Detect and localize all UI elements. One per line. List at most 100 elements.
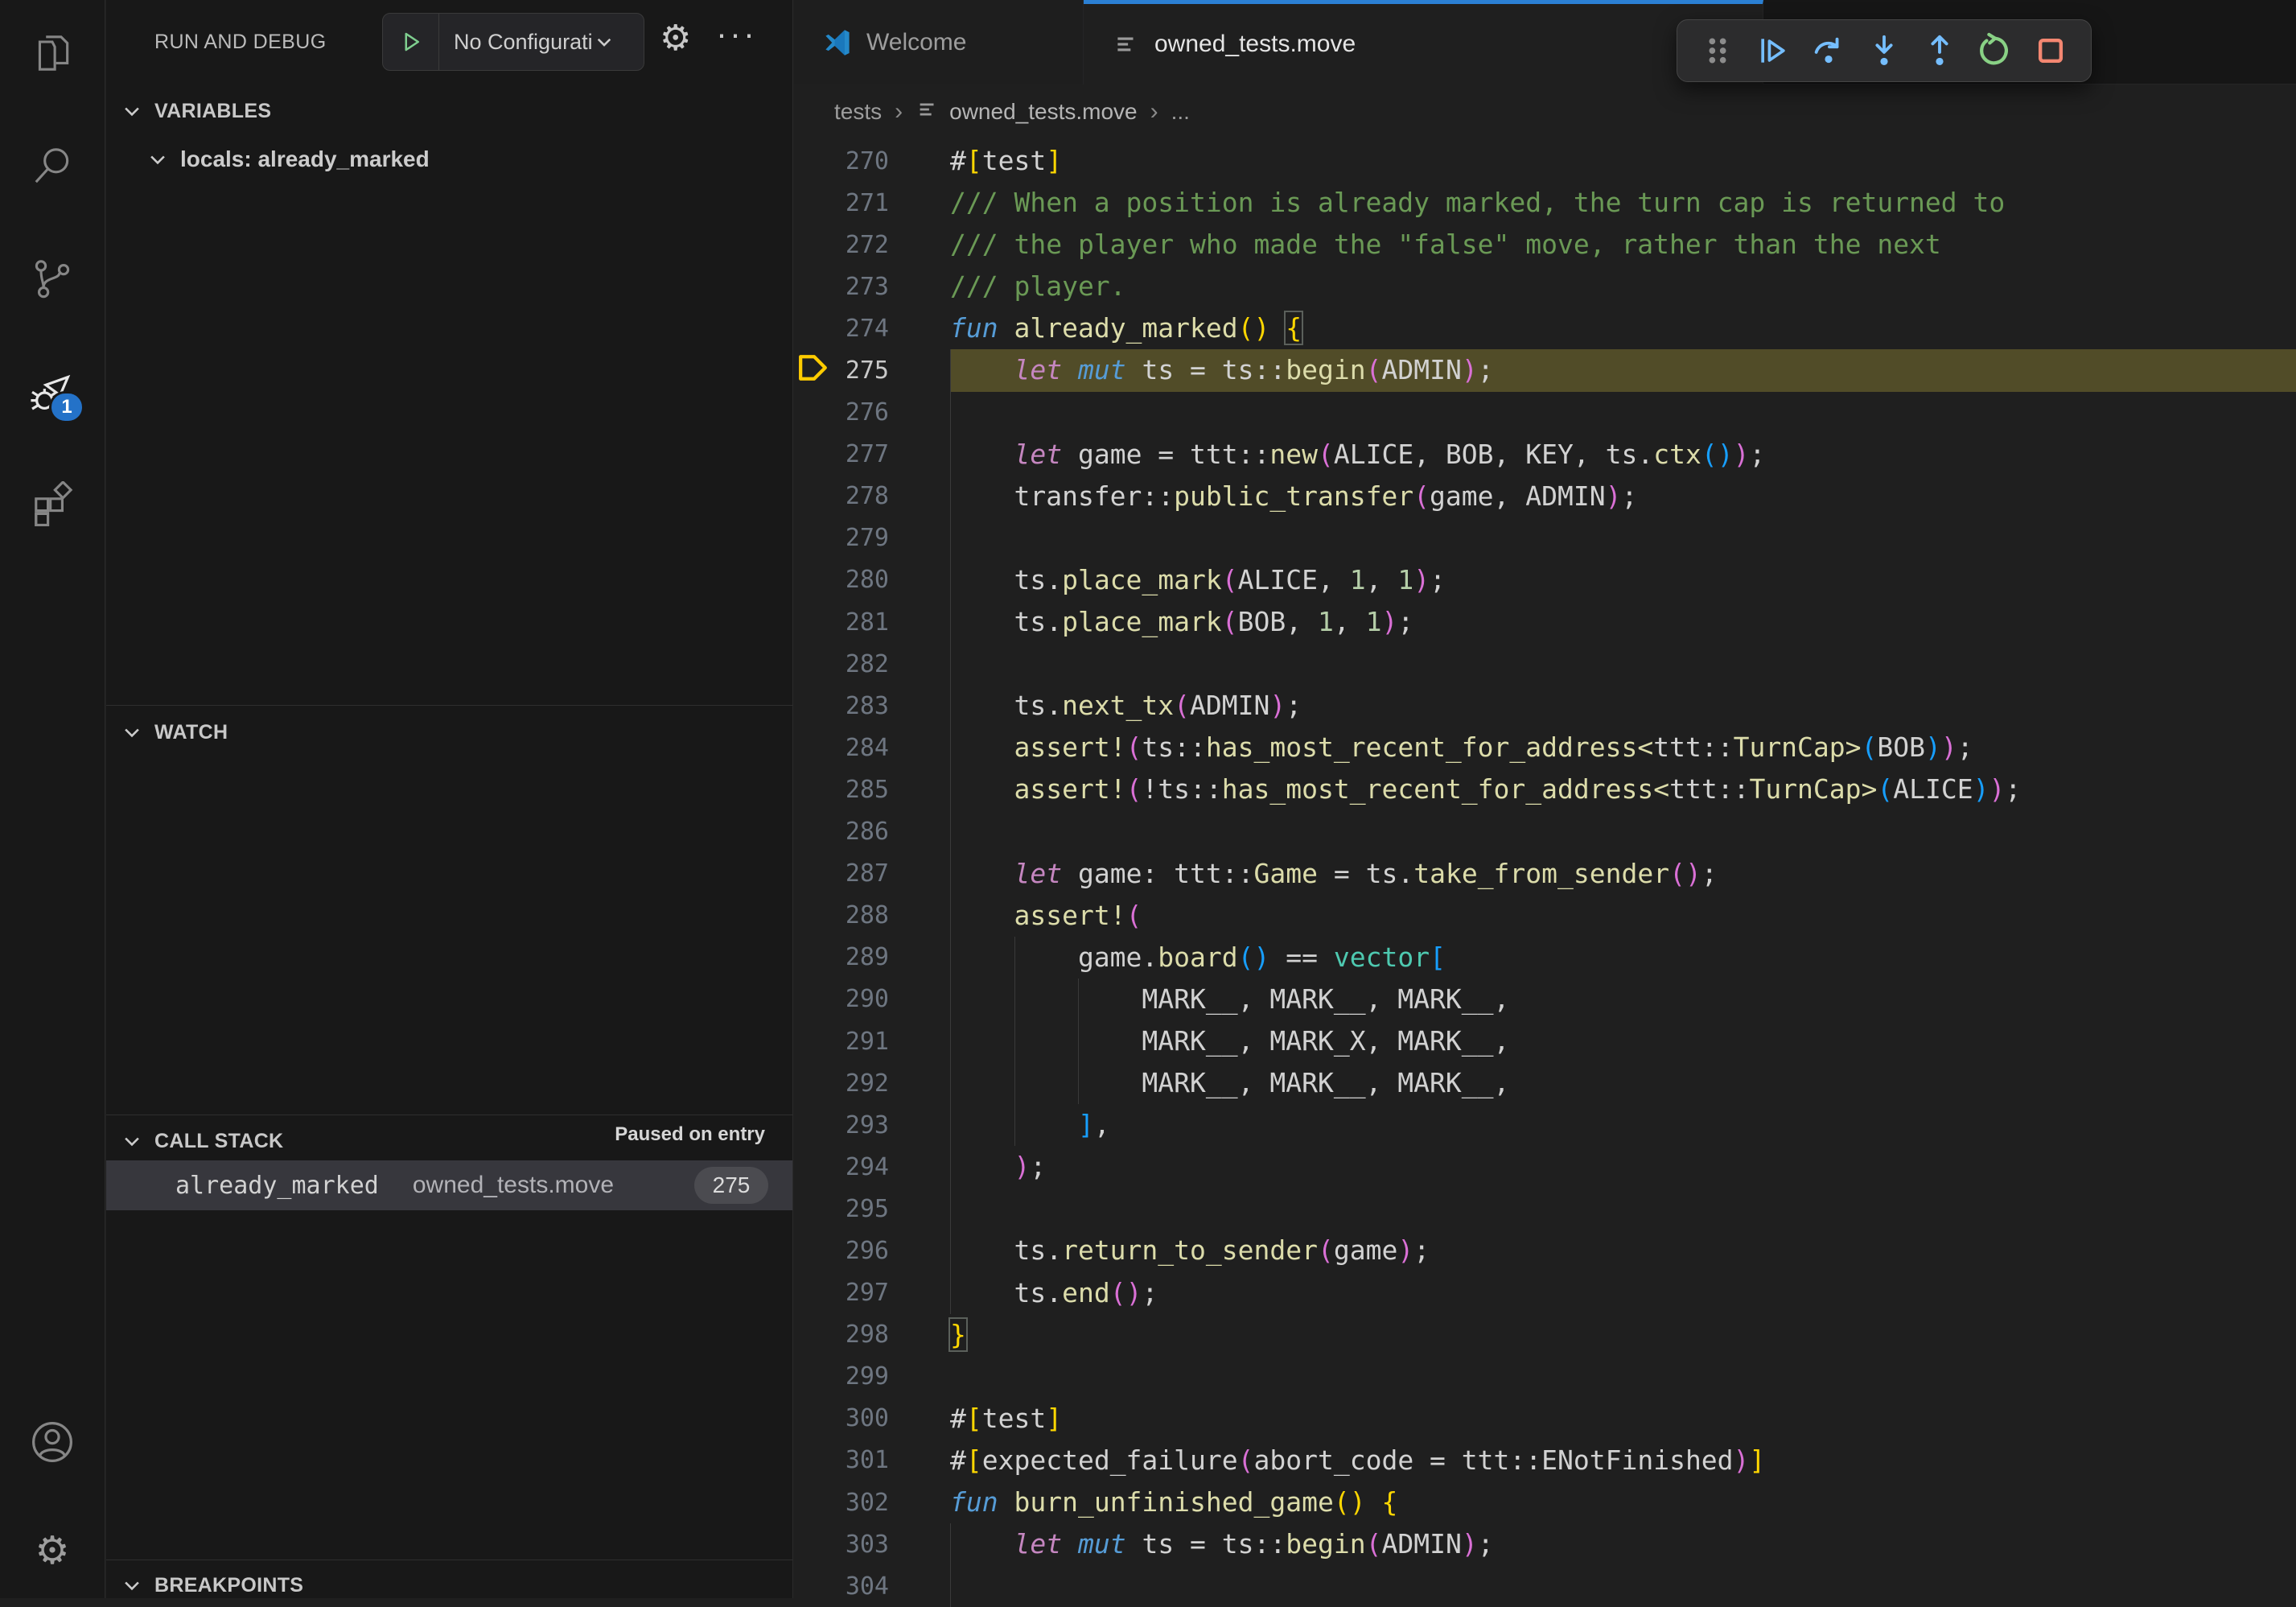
code-line[interactable]: 288 assert!(: [794, 895, 2296, 937]
more-actions-icon[interactable]: ···: [716, 14, 757, 53]
line-content[interactable]: MARK__, MARK__, MARK__,: [950, 1062, 2296, 1104]
gutter[interactable]: 280: [794, 559, 950, 601]
code-line[interactable]: 303 let mut ts = ts::begin(ADMIN);: [794, 1523, 2296, 1565]
gutter[interactable]: 300: [794, 1398, 950, 1440]
gutter[interactable]: 301: [794, 1440, 950, 1481]
gutter[interactable]: 276: [794, 392, 950, 434]
line-content[interactable]: [950, 811, 2296, 853]
gutter[interactable]: 298: [794, 1314, 950, 1356]
line-content[interactable]: let game = ttt::new(ALICE, BOB, KEY, ts.…: [950, 434, 2296, 476]
code-line[interactable]: 276: [794, 392, 2296, 434]
breadcrumb-file[interactable]: owned_tests.move: [916, 97, 1137, 127]
gutter[interactable]: 271: [794, 182, 950, 224]
run-and-debug-icon[interactable]: 1: [28, 369, 76, 417]
breadcrumb-folder[interactable]: tests: [834, 99, 882, 125]
gutter[interactable]: 287: [794, 853, 950, 895]
gutter[interactable]: 270: [794, 140, 950, 182]
line-content[interactable]: #[expected_failure(abort_code = ttt::ENo…: [950, 1440, 2296, 1481]
line-content[interactable]: #[test]: [950, 1398, 2296, 1440]
line-content[interactable]: assert!(: [950, 895, 2296, 937]
gutter[interactable]: 277: [794, 434, 950, 476]
gutter[interactable]: 272: [794, 224, 950, 266]
call-stack-frame-row[interactable]: already_marked owned_tests.move 275: [106, 1160, 792, 1210]
code-line[interactable]: 287 let game: ttt::Game = ts.take_from_s…: [794, 853, 2296, 895]
breakpoints-section-header[interactable]: BREAKPOINTS: [106, 1564, 792, 1606]
account-icon[interactable]: [28, 1418, 76, 1466]
line-content[interactable]: [950, 517, 2296, 559]
code-line[interactable]: 272/// the player who made the "false" m…: [794, 224, 2296, 266]
code-line[interactable]: 278 transfer::public_transfer(game, ADMI…: [794, 476, 2296, 517]
code-line[interactable]: 280 ts.place_mark(ALICE, 1, 1);: [794, 559, 2296, 601]
line-content[interactable]: let mut ts = ts::begin(ADMIN);: [950, 349, 2296, 391]
line-content[interactable]: );: [950, 1146, 2296, 1188]
code-line[interactable]: 283 ts.next_tx(ADMIN);: [794, 685, 2296, 727]
gutter[interactable]: 303: [794, 1523, 950, 1565]
code-line[interactable]: 291 MARK__, MARK_X, MARK__,: [794, 1020, 2296, 1062]
line-content[interactable]: ts.place_mark(BOB, 1, 1);: [950, 601, 2296, 643]
stop-button[interactable]: [2030, 30, 2072, 72]
line-content[interactable]: ts.return_to_sender(game);: [950, 1230, 2296, 1271]
gutter[interactable]: 284: [794, 727, 950, 768]
line-content[interactable]: /// player.: [950, 266, 2296, 307]
code-line[interactable]: 299: [794, 1356, 2296, 1398]
line-content[interactable]: ts.place_mark(ALICE, 1, 1);: [950, 559, 2296, 601]
line-content[interactable]: ts.end();: [950, 1272, 2296, 1314]
line-content[interactable]: assert!(ts::has_most_recent_for_address<…: [950, 727, 2296, 768]
code-line[interactable]: 298}: [794, 1314, 2296, 1356]
tab-welcome[interactable]: Welcome: [794, 0, 1084, 84]
step-into-button[interactable]: [1863, 30, 1905, 72]
gutter[interactable]: 299: [794, 1356, 950, 1398]
line-content[interactable]: assert!(!ts::has_most_recent_for_address…: [950, 768, 2296, 810]
code-line[interactable]: 273/// player.: [794, 266, 2296, 307]
start-debug-button[interactable]: [383, 14, 439, 70]
gutter[interactable]: 279: [794, 517, 950, 559]
continue-button[interactable]: [1752, 30, 1794, 72]
code-line[interactable]: 289 game.board() == vector[: [794, 937, 2296, 979]
line-content[interactable]: fun already_marked() {: [950, 307, 2296, 349]
code-line[interactable]: 279: [794, 517, 2296, 559]
line-content[interactable]: [950, 1188, 2296, 1230]
code-line[interactable]: 274fun already_marked() {: [794, 307, 2296, 349]
gutter[interactable]: 296: [794, 1230, 950, 1271]
code-line[interactable]: 294 );: [794, 1146, 2296, 1188]
gutter[interactable]: 286: [794, 811, 950, 853]
code-line[interactable]: 290 MARK__, MARK__, MARK__,: [794, 979, 2296, 1020]
line-content[interactable]: transfer::public_transfer(game, ADMIN);: [950, 476, 2296, 517]
gutter[interactable]: 282: [794, 643, 950, 685]
variables-section-header[interactable]: VARIABLES: [106, 90, 792, 132]
line-content[interactable]: [950, 1356, 2296, 1398]
tab-owned-tests-move[interactable]: owned_tests.move ×: [1084, 0, 1763, 84]
code-line[interactable]: 300#[test]: [794, 1398, 2296, 1440]
line-content[interactable]: game.board() == vector[: [950, 937, 2296, 979]
gutter[interactable]: 281: [794, 601, 950, 643]
code-line[interactable]: 302fun burn_unfinished_game() {: [794, 1481, 2296, 1523]
gutter[interactable]: 289: [794, 937, 950, 979]
gutter[interactable]: 274: [794, 307, 950, 349]
gutter[interactable]: 295: [794, 1188, 950, 1230]
explorer-icon[interactable]: [28, 29, 76, 77]
code-line[interactable]: 281 ts.place_mark(BOB, 1, 1);: [794, 601, 2296, 643]
line-content[interactable]: [950, 392, 2296, 434]
gutter[interactable]: 292: [794, 1062, 950, 1104]
line-content[interactable]: let game: ttt::Game = ts.take_from_sende…: [950, 853, 2296, 895]
gutter[interactable]: 304: [794, 1565, 950, 1607]
line-content[interactable]: ts.next_tx(ADMIN);: [950, 685, 2296, 727]
code-line[interactable]: 270#[test]: [794, 140, 2296, 182]
code-line[interactable]: 277 let game = ttt::new(ALICE, BOB, KEY,…: [794, 434, 2296, 476]
extensions-icon[interactable]: [28, 480, 76, 528]
code-line[interactable]: 293 ],: [794, 1104, 2296, 1146]
code-line[interactable]: 286: [794, 811, 2296, 853]
line-content[interactable]: /// the player who made the "false" move…: [950, 224, 2296, 266]
debug-settings-gear-icon[interactable]: ⚙: [660, 21, 691, 56]
code-line[interactable]: 304: [794, 1565, 2296, 1607]
gutter[interactable]: 293: [794, 1104, 950, 1146]
gutter[interactable]: 273: [794, 266, 950, 307]
settings-gear-icon[interactable]: ⚙: [28, 1527, 76, 1576]
gutter[interactable]: 278: [794, 476, 950, 517]
debug-config-dropdown[interactable]: No Configurati: [382, 13, 644, 71]
code-line[interactable]: 284 assert!(ts::has_most_recent_for_addr…: [794, 727, 2296, 768]
gutter[interactable]: 290: [794, 979, 950, 1020]
code-line[interactable]: 271/// When a position is already marked…: [794, 182, 2296, 224]
line-content[interactable]: fun burn_unfinished_game() {: [950, 1481, 2296, 1523]
line-content[interactable]: ],: [950, 1104, 2296, 1146]
